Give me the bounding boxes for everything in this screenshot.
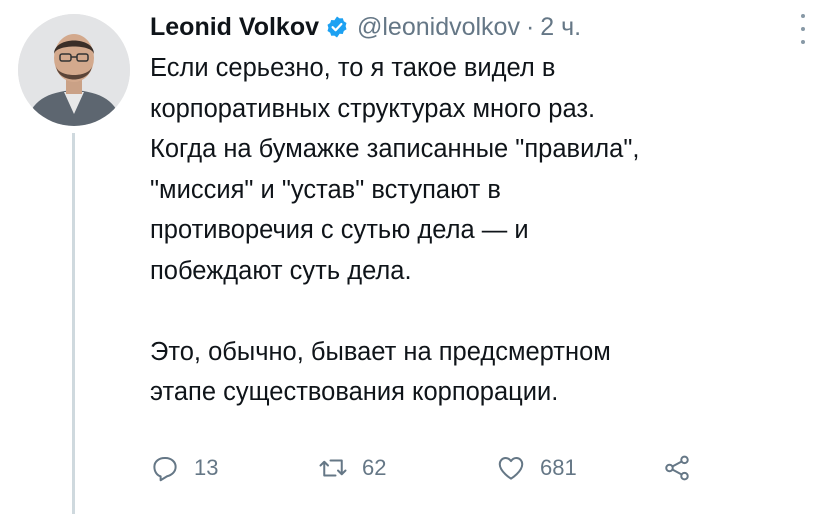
retweet-button[interactable]: 62 <box>318 448 386 488</box>
tweet-text: Если серьезно, то я такое видел в корпор… <box>150 54 640 406</box>
like-button[interactable]: 681 <box>496 448 577 488</box>
reply-count: 13 <box>194 455 219 480</box>
author-handle[interactable]: @leonidvolkov <box>357 10 520 44</box>
share-button[interactable] <box>662 448 692 488</box>
reply-icon <box>150 453 180 483</box>
verified-badge-icon <box>325 15 349 39</box>
avatar-portrait <box>18 14 130 126</box>
tweet: Leonid Volkov @leonidvolkov · 2 ч. Если … <box>0 0 824 514</box>
retweet-icon <box>318 453 348 483</box>
tweet-header: Leonid Volkov @leonidvolkov · 2 ч. <box>150 10 581 44</box>
author-name[interactable]: Leonid Volkov <box>150 10 319 44</box>
share-icon <box>662 453 692 483</box>
tweet-timestamp[interactable]: 2 ч. <box>540 10 581 44</box>
tweet-actions: 13 62 681 <box>150 448 790 488</box>
like-count: 681 <box>540 455 577 480</box>
retweet-count: 62 <box>362 455 387 480</box>
thread-line <box>72 133 75 514</box>
heart-icon <box>496 453 526 483</box>
header-separator: · <box>525 13 535 41</box>
reply-button[interactable]: 13 <box>150 448 218 488</box>
author-avatar[interactable] <box>18 14 130 126</box>
more-options-icon[interactable] <box>796 14 810 44</box>
